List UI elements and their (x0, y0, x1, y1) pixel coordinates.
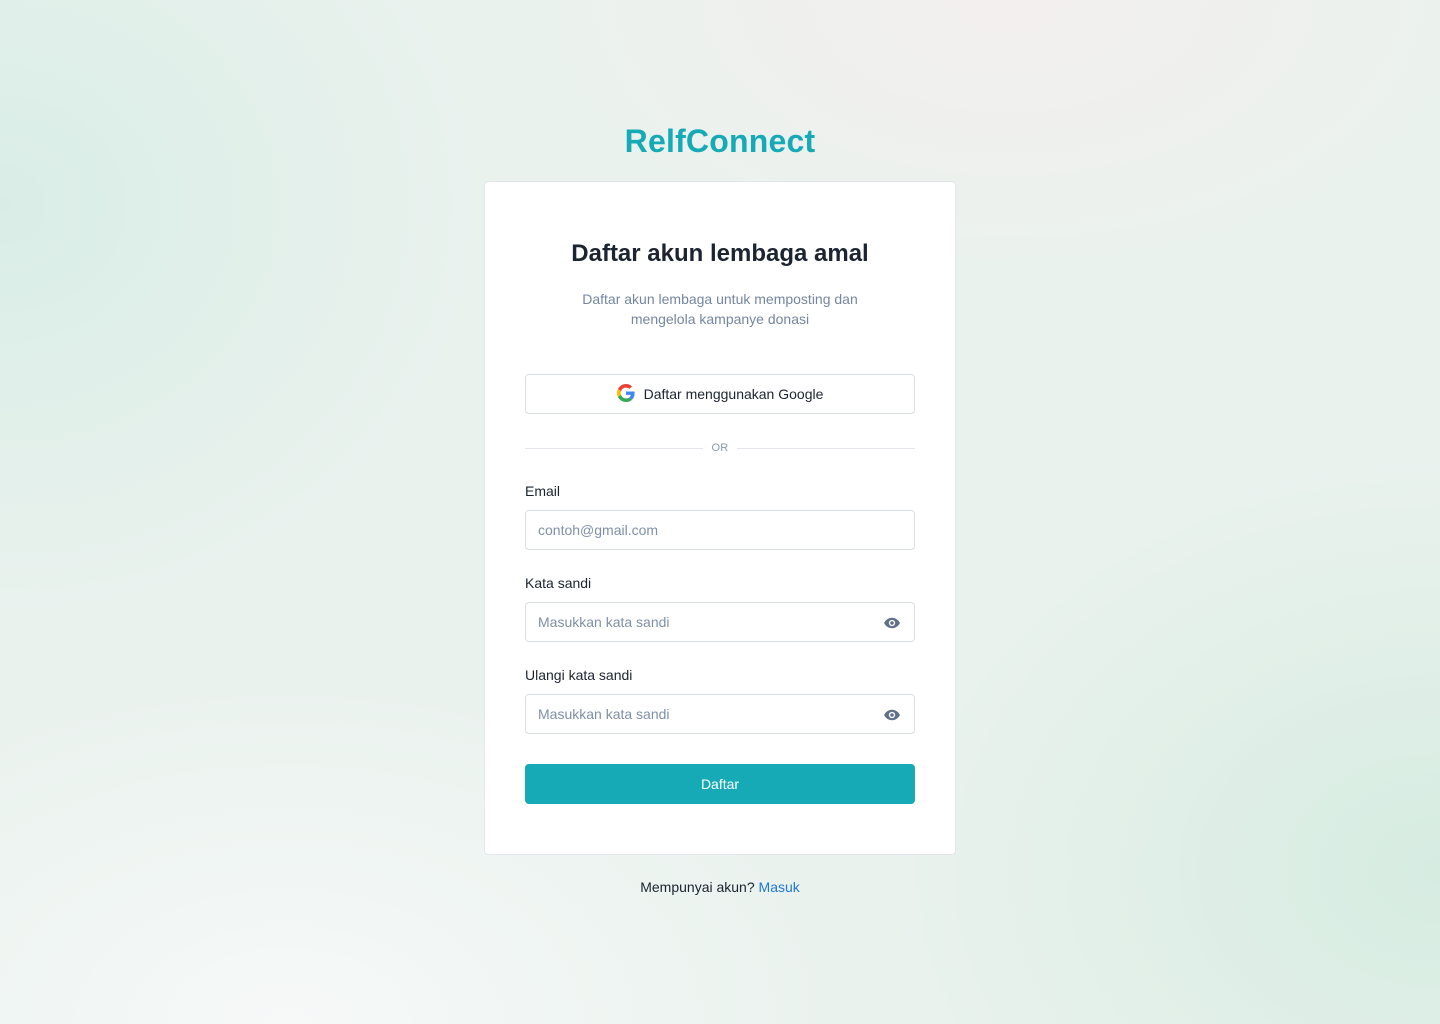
google-signup-button[interactable]: Daftar menggunakan Google (525, 374, 915, 414)
divider-text: OR (711, 442, 729, 454)
signin-prompt-text: Mempunyai akun? (640, 879, 755, 895)
password-field-wrapper (525, 602, 915, 642)
brand-logo-text: RelfConnect (624, 123, 816, 159)
email-field[interactable] (526, 511, 914, 549)
divider-line-right (736, 447, 916, 449)
password-label: Kata sandi (525, 575, 592, 591)
confirm-password-field[interactable] (526, 695, 914, 733)
or-divider: OR (525, 440, 916, 456)
signup-submit-button[interactable]: Daftar (525, 764, 915, 804)
divider-line-left (525, 447, 704, 449)
email-field-wrapper (525, 510, 915, 550)
confirm-password-label: Ulangi kata sandi (525, 667, 633, 683)
password-field[interactable] (526, 603, 914, 641)
page-title: Daftar akun lembaga amal (571, 240, 869, 267)
confirm-password-field-wrapper (525, 694, 915, 734)
signin-link[interactable]: Masuk (759, 879, 800, 895)
eye-icon[interactable] (882, 614, 902, 632)
eye-icon[interactable] (882, 706, 902, 724)
google-icon (616, 383, 635, 405)
google-signup-label: Daftar menggunakan Google (643, 386, 824, 402)
signin-prompt: Mempunyai akun? Masuk (0, 879, 1440, 895)
email-label: Email (525, 483, 561, 499)
page-subtitle: Daftar akun lembaga untuk memposting dan… (582, 291, 858, 327)
signup-card: Daftar akun lembaga amal Daftar akun lem… (484, 181, 956, 855)
